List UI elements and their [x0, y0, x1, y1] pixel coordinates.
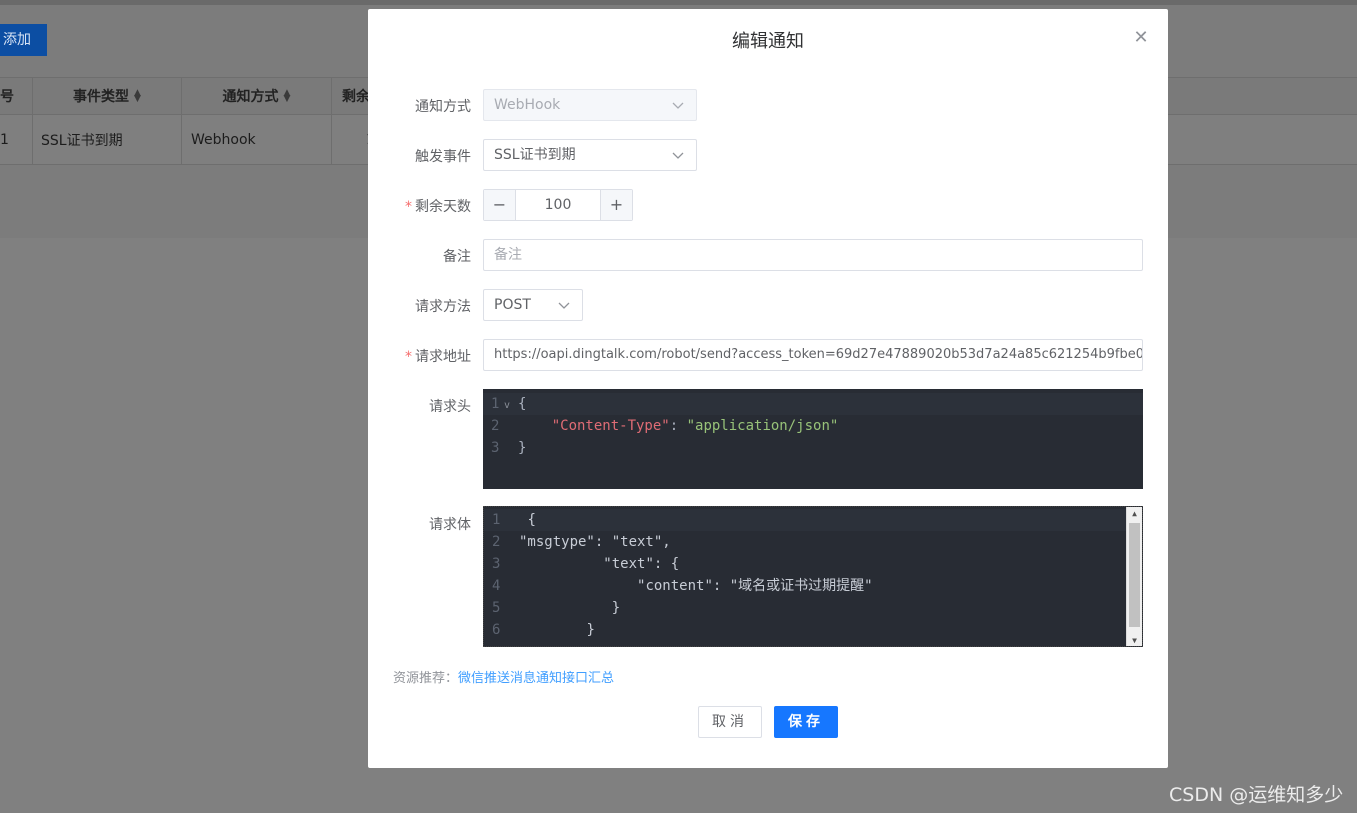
request-header-label: 请求头	[429, 399, 471, 415]
column-header-id: 号	[0, 78, 33, 114]
remark-label: 备注	[443, 249, 471, 265]
remark-input[interactable]: 备注	[483, 239, 1143, 271]
watermark: CSDN @运维知多少	[1169, 784, 1344, 806]
save-button[interactable]: 保存	[774, 706, 838, 738]
notify-method-select[interactable]: WebHook	[483, 89, 697, 121]
request-method-select[interactable]: POST	[483, 289, 583, 321]
notify-method-label: 通知方式	[415, 99, 471, 115]
code-line: 1 v {	[483, 393, 1143, 415]
resource-recommendation: 资源推荐：微信推送消息通知接口汇总	[393, 671, 615, 686]
fold-icon[interactable]: v	[504, 395, 510, 417]
column-header-event-type[interactable]: 事件类型 ▲ ▼	[33, 78, 182, 114]
background-topbar	[0, 0, 1357, 5]
table-cell: 1	[0, 115, 33, 164]
add-button[interactable]: 添加	[0, 24, 47, 56]
trigger-event-label: 触发事件	[415, 149, 471, 165]
code-line: 2 "msgtype": "text",	[492, 534, 671, 550]
remaining-days-stepper[interactable]: − 100 +	[483, 189, 633, 221]
trigger-event-select[interactable]: SSL证书到期	[483, 139, 697, 171]
cancel-button[interactable]: 取消	[698, 706, 762, 738]
chevron-down-icon	[672, 140, 684, 170]
request-header-editor[interactable]: 1 v { 2 "Content-Type": "application/jso…	[483, 389, 1143, 489]
request-body-editor[interactable]: 1 { 2 "msgtype": "text", 3 "text": { 4 "…	[483, 506, 1143, 647]
code-line: 6 }	[492, 622, 595, 638]
editor-scrollbar[interactable]: ▲ ▼	[1126, 507, 1142, 646]
code-line: 2 "Content-Type": "application/json"	[491, 418, 839, 434]
table-cell: 1	[332, 115, 372, 164]
chevron-down-icon	[672, 90, 684, 120]
code-line: 5 }	[492, 600, 621, 616]
dialog-title: 编辑通知	[732, 31, 804, 52]
sort-icon[interactable]: ▲ ▼	[284, 89, 291, 104]
resource-link[interactable]: 微信推送消息通知接口汇总	[458, 671, 614, 686]
request-url-input[interactable]: https://oapi.dingtalk.com/robot/send?acc…	[483, 339, 1143, 371]
edit-notification-dialog: 编辑通知 ✕ 通知方式 WebHook 触发事件 SSL证书到期 * 剩余天数 −…	[368, 9, 1168, 768]
column-header-notify-method[interactable]: 通知方式 ▲ ▼	[182, 78, 332, 114]
remaining-days-label: * 剩余天数	[405, 199, 471, 215]
code-line: 3 }	[491, 440, 527, 456]
request-url-label: * 请求地址	[405, 349, 471, 365]
close-icon[interactable]: ✕	[1132, 29, 1150, 47]
required-asterisk: *	[405, 199, 412, 215]
chevron-down-icon	[558, 290, 570, 320]
remaining-days-input[interactable]: 100	[516, 190, 600, 220]
required-asterisk: *	[405, 349, 412, 365]
code-line: 1 {	[484, 509, 1142, 531]
code-line: 3 "text": {	[492, 556, 680, 572]
decrement-button[interactable]: −	[484, 190, 516, 220]
scroll-up-icon[interactable]: ▲	[1127, 507, 1142, 521]
request-body-label: 请求体	[429, 517, 471, 533]
table-cell: SSL证书到期	[33, 115, 182, 164]
increment-button[interactable]: +	[600, 190, 632, 220]
scroll-down-icon[interactable]: ▼	[1127, 634, 1142, 646]
code-line: 4 "content": "域名或证书过期提醒"	[492, 578, 873, 594]
table-cell: Webhook	[182, 115, 332, 164]
column-header-remaining: 剩余	[342, 89, 370, 105]
sort-icon[interactable]: ▲ ▼	[134, 89, 141, 104]
scrollbar-thumb[interactable]	[1129, 523, 1140, 627]
request-method-label: 请求方法	[415, 299, 471, 315]
